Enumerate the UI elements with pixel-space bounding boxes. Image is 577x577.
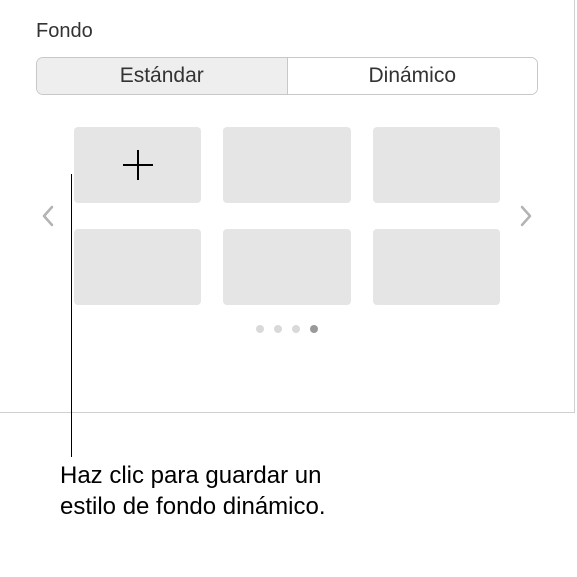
callout-text: Haz clic para guardar un estilo de fondo… bbox=[60, 460, 360, 522]
style-tile[interactable] bbox=[74, 229, 201, 305]
page-dot[interactable] bbox=[292, 325, 300, 333]
tab-dynamic[interactable]: Dinámico bbox=[287, 58, 538, 94]
background-panel: Fondo Estándar Dinámico bbox=[0, 0, 575, 413]
callout-line bbox=[71, 174, 72, 457]
plus-icon bbox=[119, 146, 157, 184]
style-tile[interactable] bbox=[223, 127, 350, 203]
tab-standard[interactable]: Estándar bbox=[37, 58, 287, 94]
style-grid-area bbox=[36, 127, 538, 305]
page-indicator bbox=[0, 325, 574, 333]
page-dot[interactable] bbox=[274, 325, 282, 333]
style-grid bbox=[74, 127, 500, 305]
chevron-right-icon bbox=[519, 205, 533, 227]
panel-title: Fondo bbox=[0, 0, 574, 43]
next-page-button[interactable] bbox=[514, 196, 538, 236]
page-dot[interactable] bbox=[310, 325, 318, 333]
style-tile[interactable] bbox=[223, 229, 350, 305]
chevron-left-icon bbox=[41, 205, 55, 227]
tab-bar: Estándar Dinámico bbox=[36, 57, 538, 95]
page-dot[interactable] bbox=[256, 325, 264, 333]
prev-page-button[interactable] bbox=[36, 196, 60, 236]
style-tile[interactable] bbox=[373, 229, 500, 305]
style-tile[interactable] bbox=[373, 127, 500, 203]
add-style-tile[interactable] bbox=[74, 127, 201, 203]
